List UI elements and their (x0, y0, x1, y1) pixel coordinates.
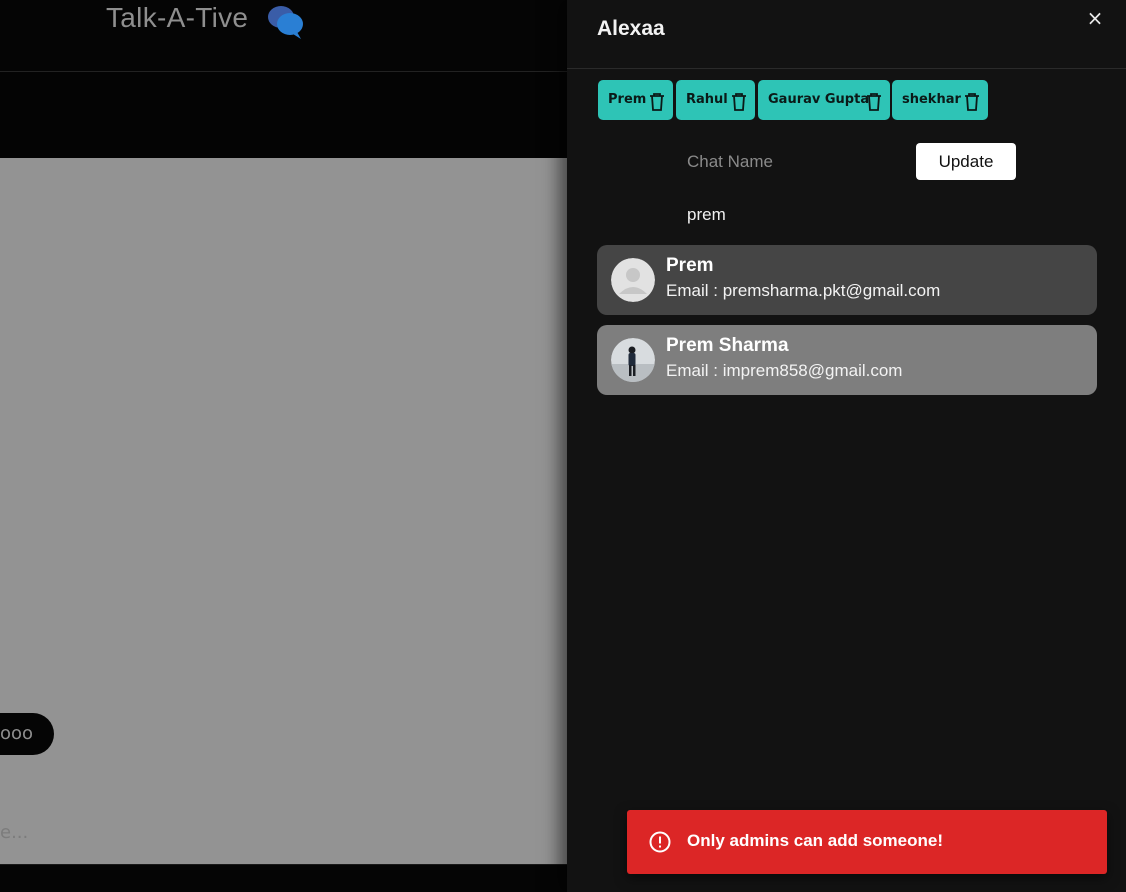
email-label: Email : (666, 281, 718, 300)
user-name: Prem (666, 255, 714, 276)
drawer-title: Alexaa (597, 17, 665, 40)
member-tag-shekhar[interactable]: shekhar (892, 80, 988, 120)
message-input-hint: e... (0, 822, 29, 843)
chat-messages-area (0, 158, 568, 864)
error-toast: Only admins can add someone! (627, 810, 1107, 874)
user-email: Email : imprem858@gmail.com (666, 361, 902, 381)
app-brand: Talk-A-Tive (106, 2, 249, 33)
member-tag-label: Prem (608, 92, 647, 107)
update-button[interactable]: Update (916, 143, 1016, 180)
drawer-header: Alexaa × (567, 0, 1126, 69)
alert-circle-icon (649, 831, 671, 857)
member-tag-rahul[interactable]: Rahul (676, 80, 755, 120)
trash-icon[interactable] (964, 89, 980, 111)
app-root: Talk-A-Tive ooo e... Alexaa × Prem Rahul… (0, 0, 1126, 892)
avatar (611, 338, 655, 382)
chat-name-input[interactable] (685, 142, 911, 182)
email-value: imprem858@gmail.com (722, 361, 903, 380)
member-tag-label: Gaurav Gupta (768, 92, 870, 107)
trash-icon[interactable] (649, 89, 665, 111)
member-tag-label: shekhar (902, 92, 961, 107)
member-tag-label: Rahul (686, 92, 728, 107)
email-label: Email : (666, 361, 718, 380)
search-result-item[interactable]: Prem Email : premsharma.pkt@gmail.com (597, 245, 1097, 315)
add-user-search-input[interactable] (685, 196, 911, 234)
group-settings-drawer: Alexaa × Prem Rahul Gaurav Gupta shekhar… (567, 0, 1126, 892)
user-name: Prem Sharma (666, 335, 789, 356)
member-tag-gaurav-gupta[interactable]: Gaurav Gupta (758, 80, 890, 120)
message-bubble: ooo (0, 713, 54, 755)
member-tag-prem[interactable]: Prem (598, 80, 673, 120)
bottom-strip (0, 864, 568, 892)
email-value: premsharma.pkt@gmail.com (722, 281, 941, 300)
avatar (611, 258, 655, 302)
user-email: Email : premsharma.pkt@gmail.com (666, 281, 940, 301)
trash-icon[interactable] (731, 89, 747, 111)
close-icon[interactable]: × (1083, 6, 1107, 30)
search-result-item[interactable]: Prem Sharma Email : imprem858@gmail.com (597, 325, 1097, 395)
trash-icon[interactable] (866, 89, 882, 111)
toast-message: Only admins can add someone! (687, 831, 944, 850)
chat-bubbles-icon (267, 3, 305, 45)
